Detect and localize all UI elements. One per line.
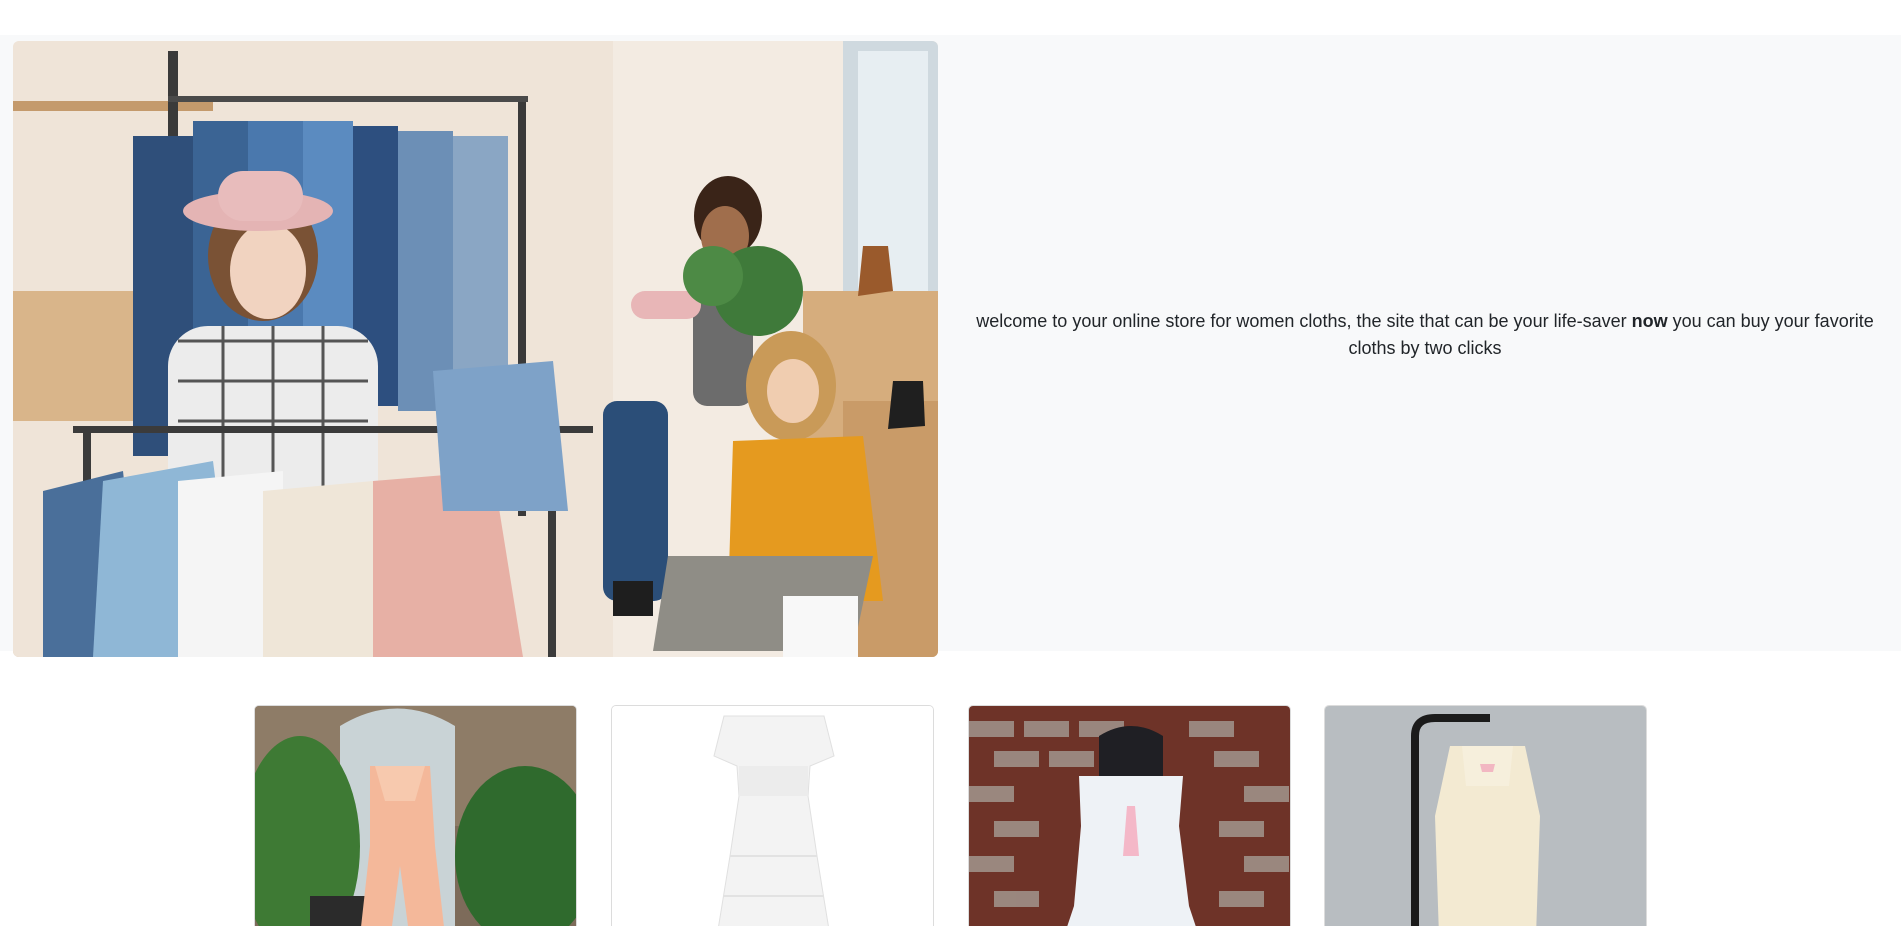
product-card[interactable] xyxy=(611,705,934,926)
hero-text-bold: now xyxy=(1631,311,1668,331)
product-image xyxy=(255,706,576,926)
hero-image xyxy=(13,41,938,657)
page: welcome to your online store for women c… xyxy=(0,0,1901,926)
product-image xyxy=(612,706,933,926)
product-image xyxy=(1325,706,1646,926)
hero-illustration xyxy=(13,41,938,657)
product-card[interactable] xyxy=(254,705,577,926)
product-grid xyxy=(0,705,1901,926)
product-card[interactable] xyxy=(968,705,1291,926)
hero-welcome-text: welcome to your online store for women c… xyxy=(968,308,1882,362)
product-image xyxy=(969,706,1290,926)
hero-text-before: welcome to your online store for women c… xyxy=(976,311,1632,331)
product-card[interactable] xyxy=(1324,705,1647,926)
